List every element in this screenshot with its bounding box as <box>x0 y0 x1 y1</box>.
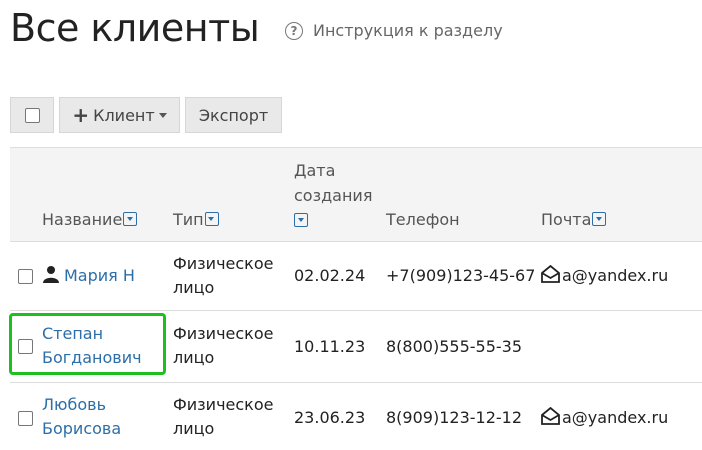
client-type-cell: Физическое лицо <box>173 395 274 438</box>
row-checkbox[interactable] <box>18 411 33 426</box>
help-link-group[interactable]: ? Инструкция к разделу <box>285 21 503 40</box>
table-row: Любовь Борисова Физическое лицо 23.06.23… <box>10 383 702 450</box>
client-name-link-line2[interactable]: Борисова <box>42 417 121 441</box>
sort-dropdown-icon[interactable] <box>592 212 607 226</box>
table-row: Мария Н Физическое лицо 02.02.24 +7(909)… <box>10 242 702 311</box>
highlight-box <box>9 313 166 375</box>
email-cell[interactable]: a@yandex.ru <box>541 406 668 430</box>
created-date-cell: 10.11.23 <box>294 337 366 356</box>
add-client-button[interactable]: + Клиент <box>59 97 180 133</box>
toolbar: + Клиент Экспорт <box>10 97 282 133</box>
sort-dropdown-icon[interactable] <box>294 213 308 227</box>
caret-down-icon <box>158 112 167 118</box>
email-text[interactable]: a@yandex.ru <box>562 408 668 427</box>
column-header-phone: Телефон <box>386 210 460 229</box>
user-icon <box>43 266 59 283</box>
phone-cell: 8(800)555-55-35 <box>386 337 523 356</box>
column-header-created[interactable]: Дата создания <box>294 158 372 233</box>
column-header-name[interactable]: Название <box>42 210 138 229</box>
export-button[interactable]: Экспорт <box>185 97 282 133</box>
question-circle-icon[interactable]: ? <box>285 21 303 40</box>
open-envelope-icon <box>541 407 560 425</box>
table-header: Название Тип Дата создания Телефон Почта <box>10 148 702 242</box>
table-row: Степан Богданович Физическое лицо 10.11.… <box>9 311 702 383</box>
row-checkbox[interactable] <box>18 269 33 284</box>
add-client-label: Клиент <box>93 105 155 125</box>
email-cell[interactable]: a@yandex.ru <box>541 264 668 288</box>
phone-cell: +7(909)123-45-67 <box>386 266 536 285</box>
help-link[interactable]: Инструкция к разделу <box>313 21 503 40</box>
page-title: Все клиенты <box>10 6 260 50</box>
created-date-cell: 23.06.23 <box>294 408 366 427</box>
plus-icon: + <box>72 103 90 127</box>
client-type-cell: Физическое лицо <box>173 254 274 297</box>
select-all-button[interactable] <box>10 97 54 133</box>
client-name-link[interactable]: Мария Н <box>64 266 135 285</box>
column-header-type[interactable]: Тип <box>173 210 219 229</box>
clients-table: Название Тип Дата создания Телефон Почта… <box>9 147 702 450</box>
email-text[interactable]: a@yandex.ru <box>562 266 668 285</box>
open-envelope-icon <box>541 265 560 283</box>
sort-dropdown-icon[interactable] <box>123 212 138 226</box>
created-date-cell: 02.02.24 <box>294 266 366 285</box>
phone-cell: 8(909)123-12-12 <box>386 408 523 427</box>
client-name-cell[interactable]: Любовь Борисова <box>42 393 121 441</box>
client-name-link[interactable]: Любовь <box>42 393 121 417</box>
sort-dropdown-icon[interactable] <box>204 212 219 226</box>
column-header-email[interactable]: Почта <box>541 210 607 229</box>
client-type-cell: Физическое лицо <box>173 324 274 367</box>
select-all-checkbox[interactable] <box>24 107 40 123</box>
client-name-cell[interactable]: Мария Н <box>42 264 135 288</box>
